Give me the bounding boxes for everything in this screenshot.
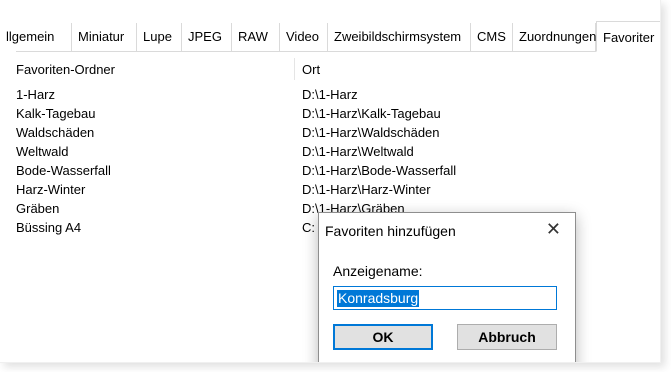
list-item[interactable]: Bode-Wasserfall D:\1-Harz\Bode-Wasserfal… (16, 162, 616, 180)
list-item[interactable]: 1-Harz D:\1-Harz (16, 86, 616, 104)
favorite-name: Kalk-Tagebau (16, 106, 96, 121)
close-icon[interactable]: ✕ (546, 219, 561, 240)
tab-allgemein[interactable]: llgemein (0, 23, 72, 51)
tab-favoriten[interactable]: Favoriter (596, 21, 660, 52)
favorite-path: D:\1-Harz\Kalk-Tagebau (302, 106, 441, 121)
add-favorite-dialog: Favoriten hinzufügen ✕ Anzeigename: Konr… (318, 212, 576, 362)
favorite-path: D:\1-Harz\Waldschäden (302, 125, 440, 140)
tab-cms[interactable]: CMS (471, 23, 513, 51)
display-name-label: Anzeigename: (333, 263, 423, 279)
tab-jpeg[interactable]: JPEG (182, 23, 232, 51)
favorite-name: 1-Harz (16, 87, 56, 102)
ok-button[interactable]: OK (333, 324, 433, 350)
display-name-value: Konradsburg (337, 290, 420, 307)
favorite-name: Gräben (16, 201, 60, 216)
list-item[interactable]: Waldschäden D:\1-Harz\Waldschäden (16, 124, 616, 142)
list-item[interactable]: Kalk-Tagebau D:\1-Harz\Kalk-Tagebau (16, 105, 616, 123)
tab-lupe[interactable]: Lupe (137, 23, 182, 51)
cancel-button[interactable]: Abbruch (457, 324, 557, 350)
tab-raw[interactable]: RAW (232, 23, 280, 51)
column-header-favoriten-ordner[interactable]: Favoriten-Ordner (16, 62, 115, 77)
favorite-path: C: (302, 220, 315, 235)
list-item[interactable]: Weltwald D:\1-Harz\Weltwald (16, 143, 616, 161)
display-name-input[interactable]: Konradsburg (333, 286, 557, 310)
tab-video[interactable]: Video (280, 23, 328, 51)
dialog-title: Favoriten hinzufügen (325, 223, 456, 239)
favorite-path: D:\1-Harz\Harz-Winter (302, 182, 431, 197)
favorite-path: D:\1-Harz\Weltwald (302, 144, 414, 159)
favorite-name: Bode-Wasserfall (16, 163, 111, 178)
tab-zuordnungen[interactable]: Zuordnungen (513, 23, 596, 51)
favorite-name: Büssing A4 (16, 220, 82, 235)
tab-zweibildschirmsystem[interactable]: Zweibildschirmsystem (328, 23, 471, 51)
favorite-path: D:\1-Harz\Bode-Wasserfall (302, 163, 457, 178)
favorite-name: Waldschäden (16, 125, 95, 140)
tab-miniatur[interactable]: Miniatur (72, 23, 137, 51)
tab-bar: llgemein Miniatur Lupe JPEG RAW Video Zw… (6, 21, 660, 52)
favorite-name: Weltwald (16, 144, 69, 159)
list-item[interactable]: Harz-Winter D:\1-Harz\Harz-Winter (16, 181, 616, 199)
favorite-name: Harz-Winter (16, 182, 86, 197)
column-divider[interactable] (294, 58, 295, 80)
settings-window: llgemein Miniatur Lupe JPEG RAW Video Zw… (0, 0, 661, 363)
favorite-path: D:\1-Harz (302, 87, 358, 102)
column-header-ort[interactable]: Ort (302, 62, 320, 77)
